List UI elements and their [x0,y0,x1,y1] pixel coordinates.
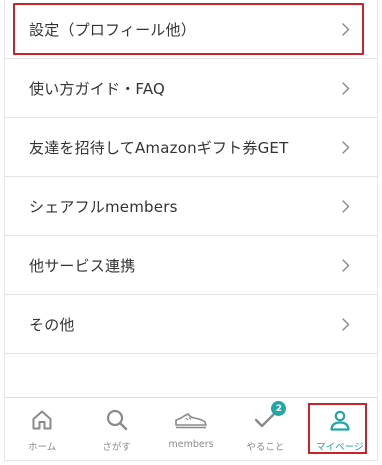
shoe-icon [174,407,208,433]
menu-item-other[interactable]: その他 [5,295,377,354]
chevron-right-icon [341,140,351,154]
menu-item-service-integration[interactable]: 他サービス連携 [5,236,377,295]
tab-search[interactable]: さがす [79,398,153,460]
menu-item-label: シェアフルmembers [29,197,178,216]
tab-label: ホーム [28,442,57,453]
menu-item-guide-faq[interactable]: 使い方ガイド・FAQ [5,59,377,118]
menu-item-label: その他 [29,315,75,334]
tab-label: マイページ [316,442,364,453]
menu-item-label: 設定（プロフィール他） [29,20,196,39]
menu-item-label: 友達を招待してAmazonギフト券GET [29,138,289,157]
chevron-right-icon [341,199,351,213]
tab-home[interactable]: ホーム [5,398,79,460]
menu-item-invite-friends[interactable]: 友達を招待してAmazonギフト券GET [5,118,377,177]
menu-item-label: 他サービス連携 [29,256,136,275]
search-icon [104,407,130,433]
app-frame: 設定（プロフィール他） 使い方ガイド・FAQ 友達を招待してAmazonギフト券… [4,0,378,461]
menu-item-label: 使い方ガイド・FAQ [29,79,166,98]
settings-menu: 設定（プロフィール他） 使い方ガイド・FAQ 友達を招待してAmazonギフト券… [5,0,377,354]
menu-item-settings[interactable]: 設定（プロフィール他） [5,0,377,59]
chevron-right-icon [341,81,351,95]
tab-label: members [168,439,214,450]
chevron-right-icon [341,258,351,272]
check-icon: 2 [254,401,287,433]
tab-mypage[interactable]: マイページ [303,398,377,460]
tab-label: やること [246,442,285,453]
person-icon [328,407,352,433]
menu-item-members[interactable]: シェアフルmembers [5,177,377,236]
chevron-right-icon [341,22,351,36]
chevron-right-icon [341,317,351,331]
tab-label: さがす [102,442,131,453]
bottom-tab-bar: ホーム さがす members 2 やること マイページ [5,397,377,460]
tab-members[interactable]: members [154,398,228,460]
home-icon [30,407,54,433]
notification-badge: 2 [271,401,287,416]
tab-todo[interactable]: 2 やること [228,398,302,460]
